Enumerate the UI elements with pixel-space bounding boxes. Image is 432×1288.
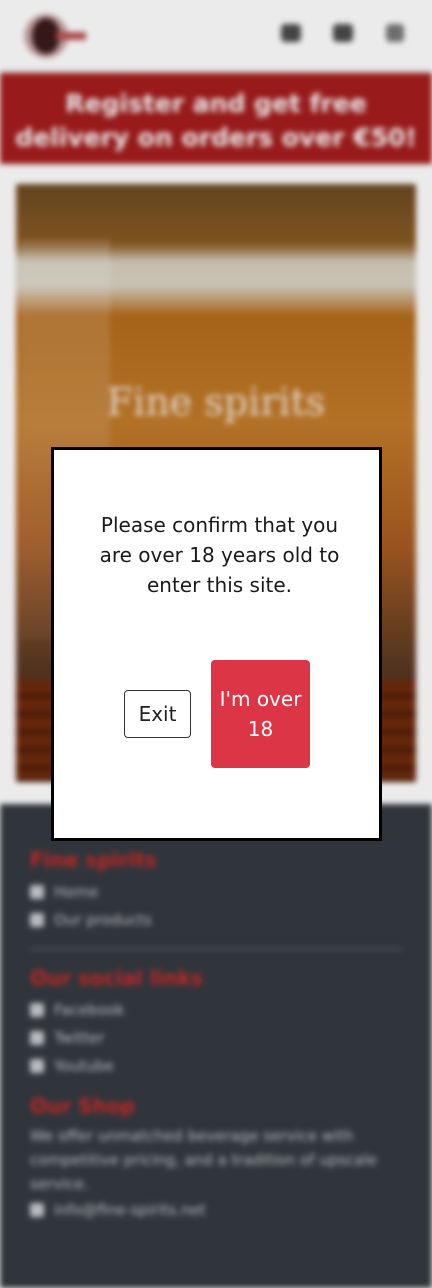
exit-button[interactable]: Exit (124, 690, 191, 738)
age-verification-message: Please confirm that you are over 18 year… (99, 513, 340, 597)
confirm-age-button[interactable]: I'm over 18 (211, 660, 310, 768)
age-verification-modal: Please confirm that you are over 18 year… (51, 447, 382, 841)
